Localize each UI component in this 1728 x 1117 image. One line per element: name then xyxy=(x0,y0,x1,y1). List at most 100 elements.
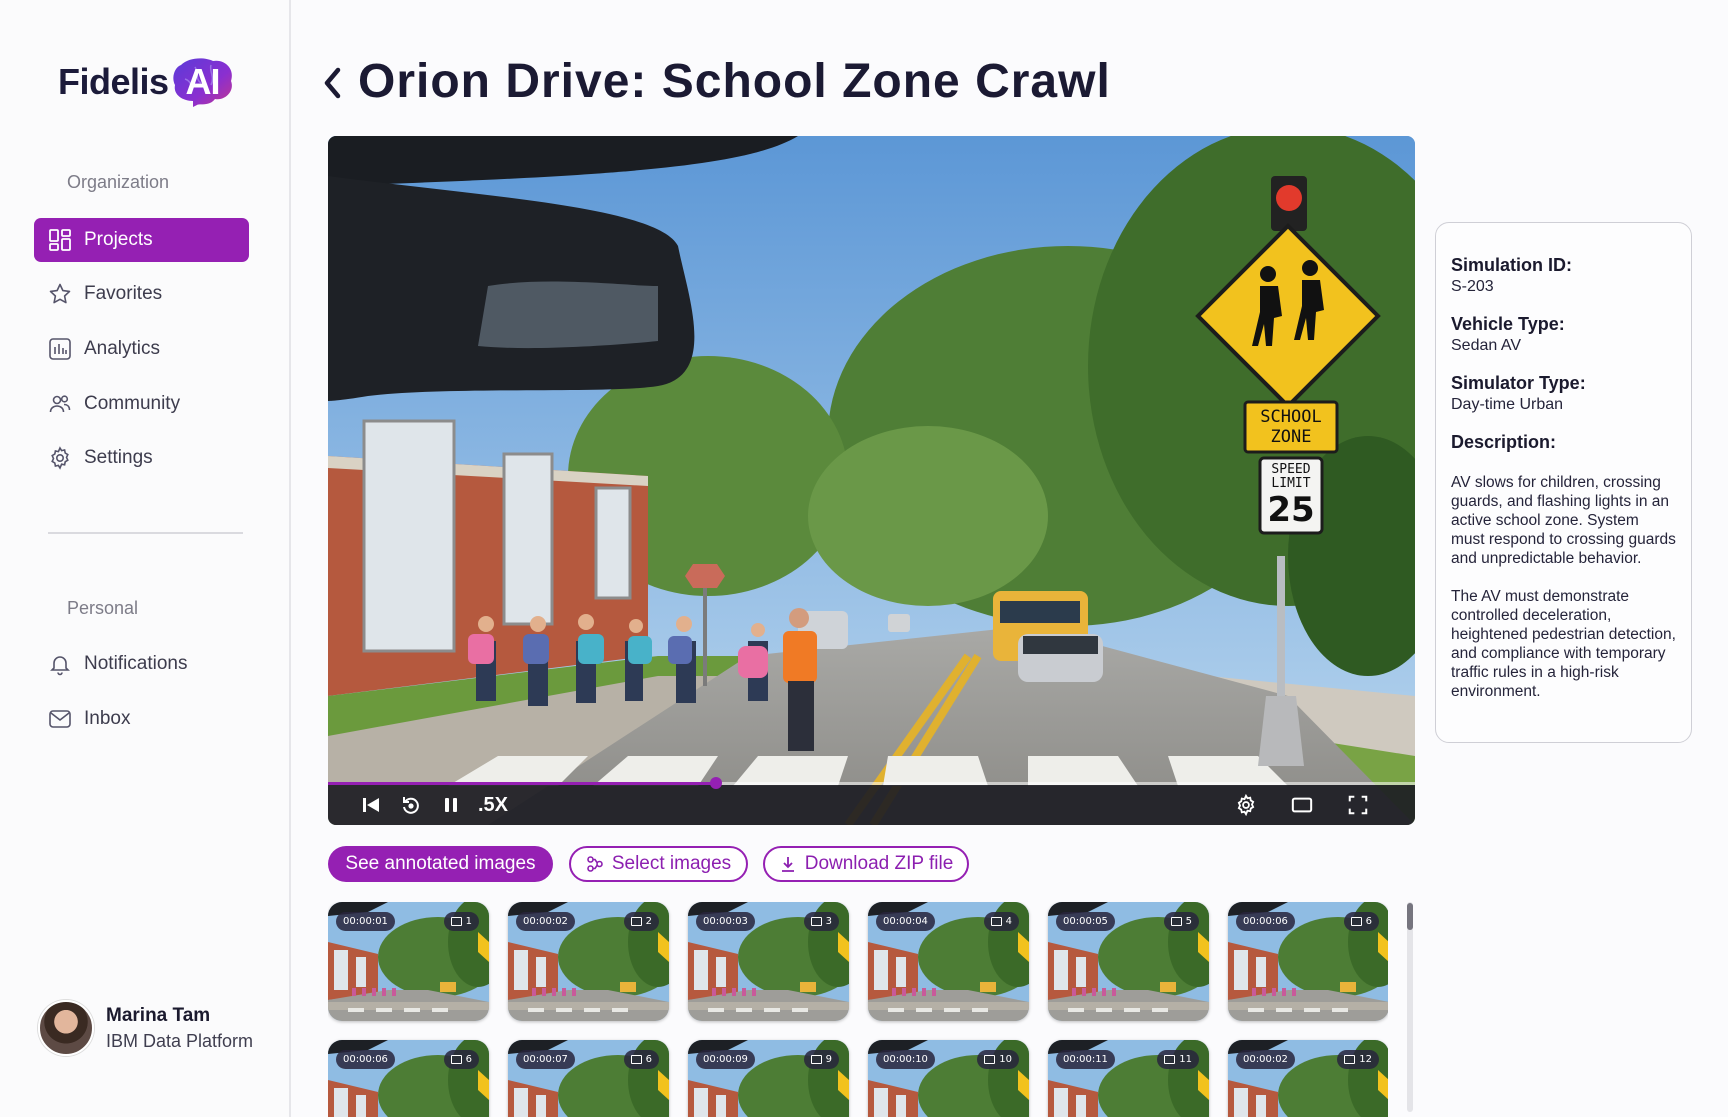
sign-school-text: SCHOOL xyxy=(1260,407,1321,427)
sidebar-item-label: Favorites xyxy=(84,283,163,304)
film-frame-icon xyxy=(630,1055,642,1064)
thumbnail-frame-number: 11 xyxy=(1179,1054,1192,1065)
thumbnail-frame-number: 4 xyxy=(1005,916,1012,927)
button-label: Select images xyxy=(611,853,732,874)
thumbnail-frame-number: 5 xyxy=(1185,916,1192,927)
fullscreen-button[interactable] xyxy=(1345,792,1371,818)
sidebar-item-label: Settings xyxy=(84,447,153,468)
sidebar-item-label: Notifications xyxy=(84,653,188,674)
sidebar-item-notifications[interactable]: Notifications xyxy=(34,642,249,686)
frame-thumbnail[interactable]: 00:00:02 12 xyxy=(1228,1040,1388,1117)
thumbnail-scrollbar-thumb[interactable] xyxy=(1407,903,1413,930)
sign-limit-label: LIMIT xyxy=(1271,476,1310,491)
user-org: IBM Data Platform xyxy=(106,1030,254,1051)
description-label: Description: xyxy=(1451,432,1557,452)
thumbnail-frame-badge: 6 xyxy=(1343,912,1379,931)
film-frame-icon xyxy=(990,917,1002,926)
thumbnail-scrollbar-track[interactable] xyxy=(1407,902,1413,1112)
replay-icon xyxy=(403,797,419,814)
pause-button[interactable] xyxy=(438,792,464,818)
thumbnail-timestamp: 00:00:02 xyxy=(1236,1050,1295,1069)
thumbnail-frame-badge: 4 xyxy=(983,912,1019,931)
film-frame-icon xyxy=(1350,917,1362,926)
thumbnail-frame-number: 12 xyxy=(1359,1054,1372,1065)
sidebar-item-analytics[interactable]: Analytics xyxy=(34,327,249,371)
frame-thumbnail[interactable]: 00:00:09 9 xyxy=(688,1040,849,1117)
frame-thumbnail[interactable]: 00:00:02 2 xyxy=(508,902,669,1021)
simulator-type-label: Simulator Type: xyxy=(1451,373,1586,393)
thumbnail-frame-number: 2 xyxy=(645,916,652,927)
frame-thumbnail[interactable]: 00:00:07 6 xyxy=(508,1040,669,1117)
gear-icon xyxy=(1237,794,1255,816)
fullscreen-icon xyxy=(1348,795,1368,815)
thumbnail-frame-badge: 6 xyxy=(443,1050,479,1069)
back-chevron-icon[interactable] xyxy=(322,66,344,100)
video-player[interactable]: SCHOOL ZONE SPEED LIMIT 25 .5X xyxy=(328,136,1415,825)
thumbnail-frame-badge: 5 xyxy=(1163,912,1199,931)
community-icon xyxy=(49,395,71,413)
thumbnail-timestamp: 00:00:06 xyxy=(336,1050,395,1069)
thumbnail-frame-badge: 2 xyxy=(623,912,659,931)
frame-thumbnail[interactable]: 00:00:06 6 xyxy=(328,1040,489,1117)
frame-thumbnail[interactable]: 00:00:04 4 xyxy=(868,902,1029,1021)
thumbnail-frame-number: 3 xyxy=(825,916,832,927)
sidebar-item-settings[interactable]: Settings xyxy=(34,436,249,480)
sidebar-item-label: Analytics xyxy=(84,338,161,359)
thumbnail-timestamp: 00:00:11 xyxy=(1056,1050,1115,1069)
thumbnail-frame-number: 10 xyxy=(999,1054,1012,1065)
playback-speed[interactable]: .5X xyxy=(478,794,508,817)
user-profile[interactable]: Marina Tam IBM Data Platform xyxy=(38,1000,253,1056)
sidebar-item-community[interactable]: Community xyxy=(34,382,249,426)
download-icon xyxy=(781,857,794,872)
sign-speed-label: SPEED xyxy=(1271,462,1310,477)
download-zip-button[interactable]: Download ZIP file xyxy=(763,846,969,882)
video-frame: SCHOOL ZONE SPEED LIMIT 25 xyxy=(328,136,1415,825)
thumbnail-frame-number: 1 xyxy=(465,916,472,927)
skip-back-button[interactable] xyxy=(358,792,384,818)
thumbnail-frame-number: 6 xyxy=(645,1054,652,1065)
video-controls-right xyxy=(1233,792,1385,818)
description-paragraph: AV slows for children, crossing guards, … xyxy=(1451,474,1676,567)
frame-thumbnail[interactable]: 00:00:03 3 xyxy=(688,902,849,1021)
brand-ai-badge: AI xyxy=(171,57,235,107)
film-frame-icon xyxy=(984,1055,996,1064)
sidebar-divider xyxy=(48,532,243,534)
frame-thumbnail[interactable]: 00:00:05 5 xyxy=(1048,902,1209,1021)
film-frame-icon xyxy=(450,1055,462,1064)
replay-button[interactable] xyxy=(398,792,424,818)
sidebar: Fidelis AI Organization Projects Favorit… xyxy=(0,0,291,1117)
frame-thumbnail[interactable]: 00:00:11 11 xyxy=(1048,1040,1209,1117)
thumbnail-timestamp: 00:00:05 xyxy=(1056,912,1115,931)
brand-logo[interactable]: Fidelis AI xyxy=(58,54,235,110)
section-label-personal: Personal xyxy=(67,598,139,618)
select-nodes-icon xyxy=(587,856,603,872)
brand-name: Fidelis xyxy=(58,61,169,102)
sidebar-item-favorites[interactable]: Favorites xyxy=(34,272,249,316)
simulation-id-value: S-203 xyxy=(1451,278,1494,295)
frame-thumbnail[interactable]: 00:00:06 6 xyxy=(1228,902,1388,1021)
theater-mode-button[interactable] xyxy=(1289,792,1315,818)
button-label: Download ZIP file xyxy=(804,853,954,874)
film-frame-icon xyxy=(1344,1055,1356,1064)
thumbnail-timestamp: 00:00:02 xyxy=(516,912,575,931)
select-images-button[interactable]: Select images xyxy=(569,846,748,882)
vehicle-type-value: Sedan AV xyxy=(1451,337,1521,354)
thumbnail-timestamp: 00:00:09 xyxy=(696,1050,755,1069)
thumbnail-frame-badge: 3 xyxy=(803,912,839,931)
film-frame-icon xyxy=(630,917,642,926)
film-frame-icon xyxy=(1170,917,1182,926)
sidebar-item-projects[interactable]: Projects xyxy=(34,218,249,262)
sidebar-item-inbox[interactable]: Inbox xyxy=(34,697,249,741)
sidebar-item-label: Projects xyxy=(84,229,153,250)
sidebar-item-label: Community xyxy=(84,393,181,414)
brand-suffix: AI xyxy=(185,61,221,102)
frame-thumbnail[interactable]: 00:00:01 1 xyxy=(328,902,489,1021)
skip-start-icon xyxy=(363,798,379,812)
description-text: AV slows for children, crossing guards, … xyxy=(1451,473,1676,701)
gear-icon xyxy=(51,446,69,470)
video-settings-button[interactable] xyxy=(1233,792,1259,818)
see-annotated-images-button[interactable]: See annotated images xyxy=(328,846,553,882)
film-frame-icon xyxy=(810,1055,822,1064)
frame-thumbnail[interactable]: 00:00:10 10 xyxy=(868,1040,1029,1117)
analytics-icon xyxy=(49,338,71,360)
